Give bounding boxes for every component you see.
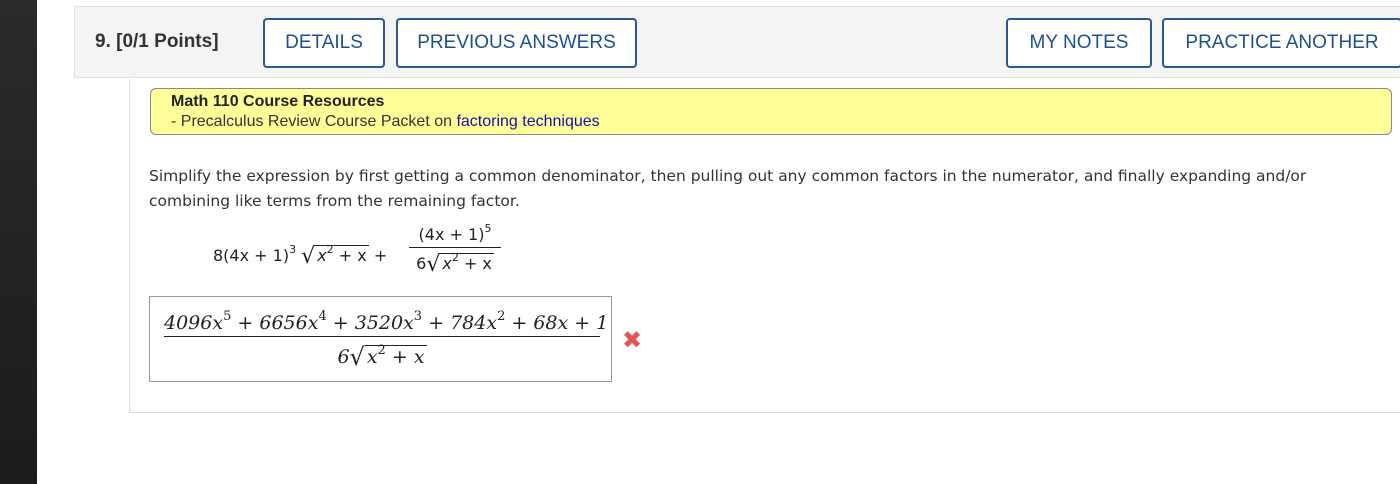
answer-input[interactable]: 4096x5 + 6656x4 + 3520x3 + 784x2 + 68x +… [149,296,612,382]
expression-fraction: (4x + 1)5 6√ x2 + x [409,222,501,277]
question-prompt: Simplify the expression by first getting… [149,167,1307,210]
sqrt-symbol: √ [301,244,316,269]
given-expression: 8(4x + 1)3 √ x2 + x + (4x + 1)5 6√ x2 + x [213,222,533,282]
resources-line: - Precalculus Review Course Packet on fa… [171,112,1391,132]
answer-numerator: 4096x5 + 6656x4 + 3520x3 + 784x2 + 68x +… [164,309,609,334]
course-resources-box: Math 110 Course Resources - Precalculus … [150,88,1392,135]
resources-title: Math 110 Course Resources [171,93,385,110]
answer-denominator: 6√ x2 + x [337,343,427,371]
expression-term-1: 8(4x + 1)3 √ x2 + x + [213,243,388,269]
practice-another-button[interactable]: PRACTICE ANOTHER [1162,18,1400,68]
plus-sign: + [373,246,388,265]
details-button[interactable]: DETAILS [263,18,385,68]
answer-fraction-bar [164,336,600,337]
question-number: 9. [0/1 Points] [95,31,219,52]
fraction-denominator: 6√ x2 + x [416,251,494,277]
fraction-numerator: (4x + 1)5 [409,222,501,248]
factoring-techniques-link[interactable]: factoring techniques [456,113,599,130]
resources-line-text: - Precalculus Review Course Packet on [171,113,457,130]
left-bezel [0,0,37,484]
my-notes-button[interactable]: MY NOTES [1006,18,1152,68]
previous-answers-button[interactable]: PREVIOUS ANSWERS [396,18,637,68]
question-header: 9. [0/1 Points] DETAILS PREVIOUS ANSWERS… [74,6,1400,78]
incorrect-icon: ✖ [622,326,643,354]
radicand: x2 + x [315,243,369,265]
